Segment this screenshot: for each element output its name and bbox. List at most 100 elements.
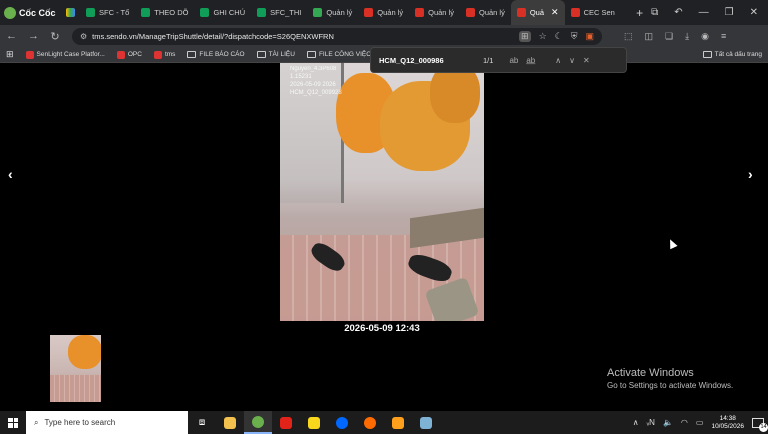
file-explorer-button[interactable] xyxy=(216,411,244,434)
forward-button[interactable]: → xyxy=(28,30,39,42)
previous-image-arrow-icon[interactable]: ‹ xyxy=(8,166,13,182)
address-bar[interactable]: ⚙ tms.sendo.vn/ManageTripShuttle/detail/… xyxy=(72,27,602,45)
tab-0[interactable]: SFC - Tổ xyxy=(80,0,135,25)
find-bar: HCM_Q12_000986 1/1 ab a̲b̲ ∧ ∨ ✕ xyxy=(370,47,627,73)
task-view-icon: ⧈ xyxy=(198,417,206,428)
clock[interactable]: 14:38 10/05/2026 xyxy=(711,415,744,431)
collections-icon[interactable]: ❏ xyxy=(665,31,673,42)
thumbnail-floor xyxy=(50,375,101,402)
next-match-icon[interactable]: ∨ xyxy=(569,56,575,65)
coccoc-taskbar-button[interactable] xyxy=(244,411,272,434)
app-flame-icon xyxy=(392,416,404,429)
dark-mode-icon[interactable]: ☾ xyxy=(555,31,563,42)
bookmark-item[interactable]: tms xyxy=(153,50,175,59)
taskbar-search[interactable]: ⌕ Type here to search xyxy=(26,411,188,434)
app-button[interactable] xyxy=(356,411,384,434)
activate-windows-watermark: Activate Windows Go to Settings to activ… xyxy=(607,367,734,390)
minimize-button[interactable]: — xyxy=(699,7,709,18)
thumbnail[interactable] xyxy=(50,335,101,402)
proof-photo[interactable]: Nguyen_4.3P608 1.15231 2026-05-09 2026 H… xyxy=(280,63,484,321)
url-text[interactable]: tms.sendo.vn/ManageTripShuttle/detail/?d… xyxy=(92,32,334,41)
tab-3[interactable]: SFC_THI xyxy=(251,0,307,25)
new-tab-button[interactable]: + xyxy=(628,6,651,20)
screenshot-icon[interactable]: ⧉ xyxy=(651,7,658,18)
tab-label: Quả xyxy=(529,8,545,17)
tab-favicon-icon xyxy=(465,8,475,17)
app-note-icon xyxy=(420,416,432,429)
start-button[interactable] xyxy=(0,411,26,434)
app-button[interactable] xyxy=(384,411,412,434)
all-bookmarks-button[interactable]: Tất cả dấu trang xyxy=(702,51,762,58)
bookmark-item[interactable]: OPC xyxy=(116,50,142,59)
app-button[interactable] xyxy=(412,411,440,434)
site-favicon-icon xyxy=(153,50,162,59)
apps-grid-icon[interactable]: ⊞ xyxy=(6,49,14,60)
task-view-button[interactable]: ⧈ xyxy=(188,411,216,434)
download-icon[interactable]: ⤓ xyxy=(685,31,689,42)
bookmark-item[interactable]: FILE BÁO CÁO xyxy=(187,51,245,58)
menu-icon[interactable]: ≡ xyxy=(721,31,726,41)
tab-7[interactable]: Quản lý xyxy=(460,0,511,25)
notification-icon[interactable]: 14 xyxy=(752,417,768,432)
close-find-icon[interactable]: ✕ xyxy=(583,56,590,65)
folder-icon xyxy=(256,51,266,58)
site-info-icon[interactable]: ⚙ xyxy=(80,32,87,41)
browser-actions: ⬚ ◫ ❏ ⤓ ◉ ≡ xyxy=(624,31,726,42)
tab-label: THEO DÕ xyxy=(154,8,189,17)
sticky-notes-button[interactable] xyxy=(300,411,328,434)
drive-tab-icon[interactable] xyxy=(62,0,80,25)
language-icon[interactable]: ᵥN xyxy=(647,418,655,427)
tab-2[interactable]: GHI CHÚ xyxy=(194,0,251,25)
system-tray: ∧ ᵥN 🔈 ◠ ▭ 14:38 10/05/2026 14 xyxy=(633,415,768,432)
back-button[interactable]: ← xyxy=(6,30,17,42)
photo-stamp-text: Nguyen_4.3P608 1.15231 2026-05-09 2026 H… xyxy=(290,66,342,96)
bookmark-item[interactable]: FILE CÔNG VIỆC xyxy=(306,51,371,58)
wps-button[interactable] xyxy=(272,411,300,434)
wps-office-icon xyxy=(280,416,292,429)
whole-word-icon[interactable]: a̲b̲ xyxy=(526,56,535,65)
split-view-icon[interactable]: ◫ xyxy=(645,31,654,42)
back-history-icon[interactable]: ↶ xyxy=(674,7,682,18)
window-controls: ⧉ ↶ — ❐ ✕ xyxy=(651,7,768,18)
coccoc-logo-icon xyxy=(4,6,16,19)
tab-label: SFC - Tổ xyxy=(99,8,130,17)
wifi-icon[interactable]: ◠ xyxy=(681,418,688,427)
bookmarks-list: SenLight Case Platfor... OPC tms FILE BÁO C… xyxy=(25,50,371,59)
tab-label: Quản lý xyxy=(428,8,454,17)
tab-label: Quản lý xyxy=(377,8,404,17)
bookmark-item[interactable]: SenLight Case Platfor... xyxy=(25,50,105,59)
chevron-up-icon[interactable]: ∧ xyxy=(633,418,639,427)
image-viewer: Nguyen_4.3P608 1.15231 2026-05-09 2026 H… xyxy=(0,63,768,411)
windows-taskbar: ⌕ Type here to search ⧈ ∧ ᵥN 🔈 ◠ ▭ 14:38… xyxy=(0,411,768,434)
network-icon[interactable]: ▭ xyxy=(696,418,704,427)
maximize-button[interactable]: ❐ xyxy=(725,7,734,18)
zalo-button[interactable] xyxy=(328,411,356,434)
translate-icon[interactable]: ⊞ xyxy=(519,30,531,42)
browser-brand[interactable]: Cốc Cốc xyxy=(4,0,62,25)
previous-match-icon[interactable]: ∧ xyxy=(555,56,561,65)
site-favicon-icon xyxy=(25,50,34,59)
next-image-arrow-icon[interactable]: › xyxy=(748,166,753,182)
bookmark-item[interactable]: TÀI LIỆU xyxy=(256,51,295,58)
match-case-icon[interactable]: ab xyxy=(509,56,518,65)
close-window-button[interactable]: ✕ xyxy=(750,7,758,18)
folder-icon xyxy=(306,51,316,58)
tab-6[interactable]: Quản lý xyxy=(409,0,460,25)
profile-icon[interactable]: ◉ xyxy=(701,31,709,42)
tab-1[interactable]: THEO DÕ xyxy=(135,0,194,25)
speaker-icon[interactable]: 🔈 xyxy=(663,418,673,427)
tab-8[interactable]: Quả ✕ xyxy=(510,0,565,25)
tab-4[interactable]: Quản lý xyxy=(307,0,358,25)
tab-favicon-icon xyxy=(415,8,425,17)
shield-icon[interactable]: ⛨ xyxy=(571,31,578,42)
extension-badge-icon[interactable]: ▣ xyxy=(585,31,594,42)
close-tab-icon[interactable]: ✕ xyxy=(551,7,559,18)
find-input[interactable]: HCM_Q12_000986 xyxy=(379,56,475,65)
tab-5[interactable]: Quản lý xyxy=(358,0,409,25)
extensions-icon[interactable]: ⬚ xyxy=(624,31,633,42)
tabs-container: SFC - Tổ THEO DÕ GHI CHÚ SFC_THI Quản lý Quản… xyxy=(80,0,628,25)
windows-logo-icon xyxy=(8,417,18,428)
reload-button[interactable]: ↻ xyxy=(50,30,60,43)
tab-9[interactable]: CEC Sen xyxy=(565,0,621,25)
bookmark-star-icon[interactable]: ☆ xyxy=(539,31,547,42)
